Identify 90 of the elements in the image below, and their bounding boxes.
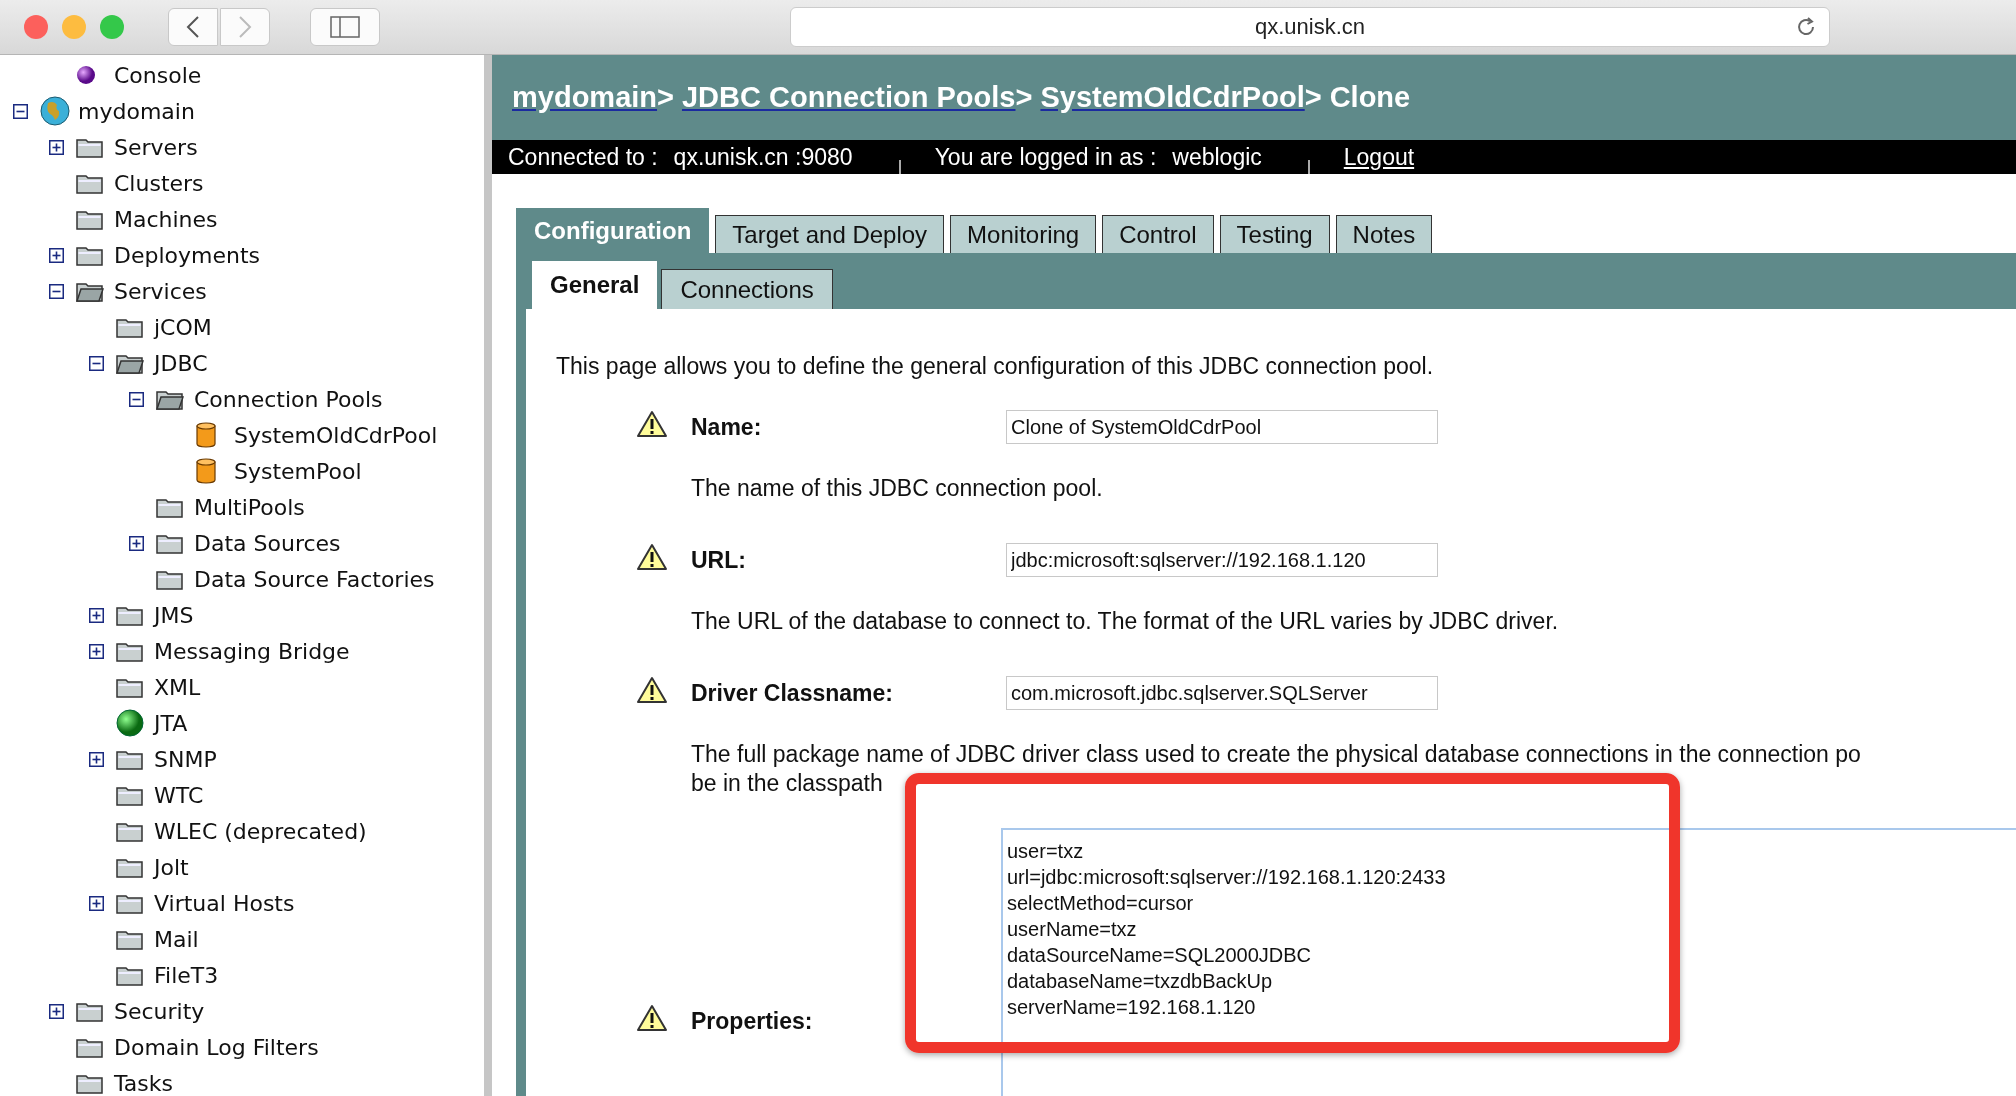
connection-host: qx.unisk.cn :9080	[673, 143, 853, 171]
plus-toggle-icon[interactable]	[88, 751, 104, 767]
chevron-right-icon	[238, 15, 252, 39]
tree-item[interactable]: WTC	[152, 782, 204, 808]
tab[interactable]: Target and Deploy	[715, 215, 945, 253]
reload-icon[interactable]	[1795, 16, 1817, 38]
plus-toggle-icon[interactable]	[88, 607, 104, 623]
field-label: Driver Classname:	[691, 679, 894, 707]
warning-icon	[636, 676, 668, 704]
sidebar-icon	[330, 16, 360, 38]
warning-icon	[636, 410, 668, 438]
minus-toggle-icon[interactable]	[48, 283, 64, 299]
warning-icon	[636, 543, 668, 571]
subtab[interactable]: General	[532, 261, 658, 309]
minus-toggle-icon[interactable]	[128, 391, 144, 407]
tree-item[interactable]: Connection Pools	[192, 386, 383, 412]
tree-item[interactable]: Data Sources	[192, 530, 341, 556]
text-field[interactable]: Clone of SystemOldCdrPool	[1006, 410, 1438, 444]
tree-item[interactable]: XML	[152, 674, 201, 700]
sphere-icon	[116, 709, 144, 737]
connection-label: Connected to :	[508, 143, 658, 171]
tree-item[interactable]: Virtual Hosts	[152, 890, 295, 916]
text-field[interactable]: jdbc:microsoft:sqlserver://192.168.1.120	[1006, 543, 1438, 577]
tree-item[interactable]: mydomain	[76, 98, 195, 124]
breadcrumb-link[interactable]: JDBC Connection Pools	[681, 81, 1016, 114]
chevron-left-icon	[186, 15, 200, 39]
field-description: The name of this JDBC connection pool.	[691, 474, 1103, 503]
user-name: weblogic	[1172, 143, 1262, 171]
plus-toggle-icon[interactable]	[48, 1003, 64, 1019]
field-description: The URL of the database to connect to. The format of the URL varies by JDBC driver.	[691, 607, 1559, 636]
sphere-icon	[76, 65, 96, 85]
minus-toggle-icon[interactable]	[12, 103, 28, 119]
globe-icon	[40, 96, 70, 126]
tree-item[interactable]: JTA	[152, 710, 188, 736]
tree-item[interactable]: MultiPools	[192, 494, 305, 520]
text-field[interactable]: com.microsoft.jdbc.sqlserver.SQLServer	[1006, 676, 1438, 710]
sidebar-button[interactable]	[310, 8, 380, 46]
field-description: The full package name of JDBC driver class used to create the physical database connections in the connection po	[691, 740, 1861, 769]
tab[interactable]: Monitoring	[950, 215, 1097, 253]
address-bar[interactable]: qx.unisk.cn	[790, 7, 1830, 47]
tree-item[interactable]: FileT3	[152, 962, 219, 988]
breadcrumb-current: Clone	[1329, 81, 1411, 114]
tree-item[interactable]: Services	[112, 278, 207, 304]
tree-item[interactable]: Mail	[152, 926, 199, 952]
breadcrumb-link[interactable]: mydomain	[512, 81, 658, 114]
tree-item[interactable]: Messaging Bridge	[152, 638, 350, 664]
field-description: be in the classpath	[691, 769, 883, 798]
tree-item[interactable]: Servers	[112, 134, 198, 160]
tree-item[interactable]: Jolt	[152, 854, 189, 880]
tree-item[interactable]: Console	[112, 62, 202, 88]
plus-toggle-icon[interactable]	[88, 895, 104, 911]
tree-item[interactable]: Security	[112, 998, 205, 1024]
tree-item[interactable]: Machines	[112, 206, 218, 232]
tree-item[interactable]: JDBC	[152, 350, 208, 376]
breadcrumb-link[interactable]: SystemOldCdrPool	[1040, 81, 1305, 114]
plus-toggle-icon[interactable]	[48, 139, 64, 155]
subtab[interactable]: Connections	[661, 269, 833, 309]
tree-item[interactable]: SNMP	[152, 746, 217, 772]
minus-toggle-icon[interactable]	[88, 355, 104, 371]
intro-text: This page allows you to define the general configuration of this JDBC connection pool.	[556, 353, 1435, 380]
tab[interactable]: Control	[1102, 215, 1214, 253]
tree-item[interactable]: Clusters	[112, 170, 204, 196]
plus-toggle-icon[interactable]	[88, 643, 104, 659]
breadcrumb-separator: >	[1304, 81, 1322, 114]
tree-item[interactable]: SystemOldCdrPool	[232, 422, 438, 448]
tree-item[interactable]: Domain Log Filters	[112, 1034, 319, 1060]
field-label: Properties:	[691, 1007, 814, 1035]
breadcrumb-separator: >	[1015, 81, 1033, 114]
tree-item[interactable]: JMS	[152, 602, 194, 628]
tab[interactable]: Configuration	[516, 208, 710, 253]
properties-field[interactable]: user=txz url=jdbc:microsoft:sqlserver://192.168.1.120:2433 selectMethod=cursor userName=txz dataSourceName=SQL2000JDBC databaseName=txzdbBackUp serverName=192.168.1.120	[1001, 828, 2016, 1096]
user-label: You are logged in as :	[934, 143, 1157, 171]
tab[interactable]: Testing	[1219, 215, 1330, 253]
field-label: URL:	[691, 546, 747, 574]
plus-toggle-icon[interactable]	[128, 535, 144, 551]
breadcrumb-separator: >	[657, 81, 674, 114]
cylinder-icon	[196, 458, 216, 484]
plus-toggle-icon[interactable]	[48, 247, 64, 263]
tree-item[interactable]: jCOM	[152, 314, 212, 340]
field-label: Name:	[691, 413, 763, 441]
tree-item[interactable]: Deployments	[112, 242, 261, 268]
tree-item[interactable]: WLEC (deprecated)	[152, 818, 367, 844]
tree-item[interactable]: Tasks	[112, 1070, 173, 1096]
warning-icon	[636, 1004, 668, 1032]
back-button[interactable]	[168, 8, 218, 46]
tree-item[interactable]: SystemPool	[232, 458, 362, 484]
logout-link[interactable]: Logout	[1343, 143, 1415, 171]
tab[interactable]: Notes	[1335, 215, 1433, 253]
cylinder-icon	[196, 422, 216, 448]
tree-item[interactable]: Data Source Factories	[192, 566, 435, 592]
